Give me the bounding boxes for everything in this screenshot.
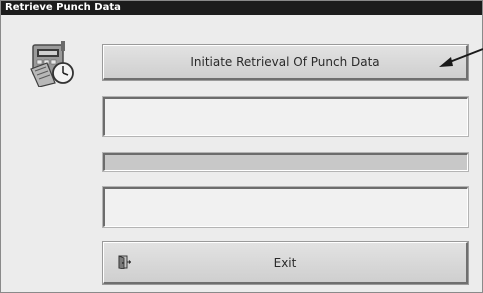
status-message-box-2 — [103, 187, 468, 227]
window-title: Retrieve Punch Data — [5, 2, 121, 13]
time-clock-icon — [30, 41, 74, 87]
exit-label: Exit — [273, 256, 297, 270]
initiate-retrieval-button[interactable]: Initiate Retrieval Of Punch Data — [103, 45, 468, 80]
progress-bar — [103, 153, 468, 171]
initiate-retrieval-label: Initiate Retrieval Of Punch Data — [190, 55, 380, 69]
callout-arrow-icon — [439, 48, 483, 67]
exit-button[interactable]: Exit — [103, 242, 468, 284]
status-message-box-1 — [103, 97, 468, 136]
retrieve-punch-data-window: Retrieve Punch Data Initiate Retrieval O… — [0, 0, 483, 293]
title-bar[interactable]: Retrieve Punch Data — [1, 1, 482, 15]
